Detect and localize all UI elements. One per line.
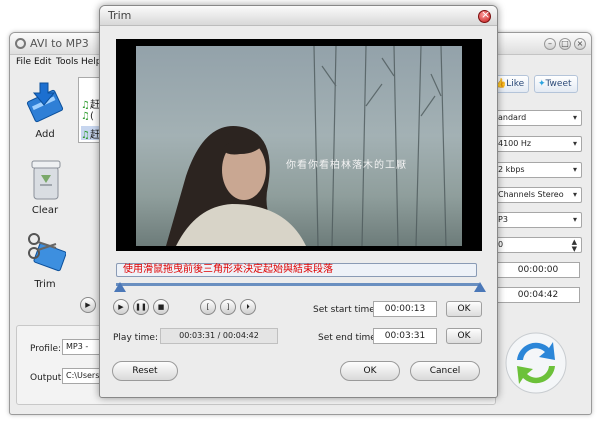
set-end-marker-icon[interactable]: ] — [220, 299, 236, 315]
play-time-readout: 00:03:31 / 00:04:42 — [160, 328, 278, 344]
play-selection-icon[interactable]: ⏵ — [240, 299, 256, 315]
chevron-down-icon: ▾ — [572, 215, 577, 224]
chevron-down-icon: ▾ — [572, 139, 577, 148]
video-still-illustration — [166, 46, 447, 246]
trim-titlebar[interactable]: Trim — [100, 6, 497, 26]
stop-icon[interactable]: ■ — [153, 299, 169, 315]
end-ok-button[interactable]: OK — [446, 328, 482, 344]
twitter-icon: ✦ — [538, 79, 546, 89]
output-label: Output: — [30, 373, 65, 383]
trim-range-selection — [116, 283, 479, 286]
start-handle-icon[interactable] — [114, 282, 126, 292]
play-button[interactable]: ▶ — [80, 297, 96, 313]
cancel-button[interactable]: Cancel — [410, 361, 480, 381]
maximize-icon[interactable]: □ — [559, 38, 571, 50]
close-icon[interactable]: × — [574, 38, 586, 50]
main-window-title: AVI to MP3 — [30, 37, 89, 50]
format-select[interactable]: P3 ▾ — [494, 212, 582, 228]
pause-icon[interactable]: ❚❚ — [133, 299, 149, 315]
trim-dialog-title: Trim — [108, 9, 132, 22]
bitrate-select[interactable]: 2 kbps ▾ — [494, 162, 582, 178]
trim-dialog: Trim 你看你看柏林落木的工厭 使用滑鼠拖曳前後三角形來決定起始與結束段落 — [99, 5, 498, 398]
start-ok-button[interactable]: OK — [446, 301, 482, 317]
start-time-input[interactable]: 00:00:13 — [373, 301, 437, 317]
music-note-icon: ♫ — [81, 111, 90, 122]
profile-select[interactable]: MP3 - MP — [62, 339, 102, 355]
ok-button[interactable]: OK — [340, 361, 400, 381]
clear-label: Clear — [31, 205, 59, 216]
set-end-time-label: Set end time: — [318, 333, 379, 343]
convert-refresh-icon[interactable] — [503, 330, 569, 396]
quality-select[interactable]: andard ▾ — [494, 110, 582, 126]
sample-rate-select[interactable]: 4100 Hz ▾ — [494, 136, 582, 152]
end-handle-icon[interactable] — [474, 282, 486, 292]
add-button[interactable]: Add — [14, 79, 76, 149]
menu-edit[interactable]: Edit — [34, 57, 51, 67]
play-icon[interactable]: ▶ — [113, 299, 129, 315]
set-start-marker-icon[interactable]: [ — [200, 299, 216, 315]
set-start-time-label: Set start time: — [313, 305, 378, 315]
video-preview: 你看你看柏林落木的工厭 — [116, 39, 482, 251]
channels-select[interactable]: Channels Stereo ▾ — [494, 187, 582, 203]
app-icon — [15, 38, 26, 49]
music-note-icon: ♫ — [81, 100, 90, 111]
stepper-arrows-icon: ▲ ▼ — [571, 238, 577, 253]
tweet-button[interactable]: ✦Tweet — [534, 75, 578, 93]
video-frame-image: 你看你看柏林落木的工厭 — [136, 46, 462, 246]
trim-range-track[interactable]: 使用滑鼠拖曳前後三角形來決定起始與結束段落 — [116, 263, 477, 277]
volume-stepper[interactable]: 0 ▲ ▼ — [494, 237, 582, 253]
play-time-label: Play time: — [113, 333, 158, 343]
start-time-field[interactable]: 00:00:00 — [496, 262, 580, 278]
profile-label: Profile: — [30, 344, 62, 354]
trim-button[interactable]: Trim — [14, 229, 76, 299]
menu-file[interactable]: File — [16, 57, 31, 67]
chevron-down-icon: ▾ — [572, 113, 577, 122]
trash-icon — [31, 160, 61, 200]
clear-button[interactable]: Clear — [14, 155, 76, 225]
end-time-input[interactable]: 00:03:31 — [373, 328, 437, 344]
music-note-icon: ♫ — [81, 130, 90, 141]
close-icon[interactable] — [478, 8, 491, 23]
end-time-field[interactable]: 00:04:42 — [496, 287, 580, 303]
output-path-field[interactable]: C:\Users — [62, 368, 102, 384]
chevron-down-icon: ▾ — [572, 190, 577, 199]
reset-button[interactable]: Reset — [112, 361, 178, 381]
film-add-icon — [26, 82, 64, 123]
add-label: Add — [35, 129, 55, 140]
trim-instruction-text: 使用滑鼠拖曳前後三角形來決定起始與結束段落 — [123, 264, 333, 275]
minimize-icon[interactable]: – — [544, 38, 556, 50]
scissors-film-icon — [28, 233, 66, 272]
trim-label: Trim — [34, 279, 56, 290]
video-subtitle: 你看你看柏林落木的工厭 — [286, 160, 407, 171]
menu-tools[interactable]: Tools — [56, 57, 78, 67]
chevron-down-icon: ▾ — [572, 165, 577, 174]
